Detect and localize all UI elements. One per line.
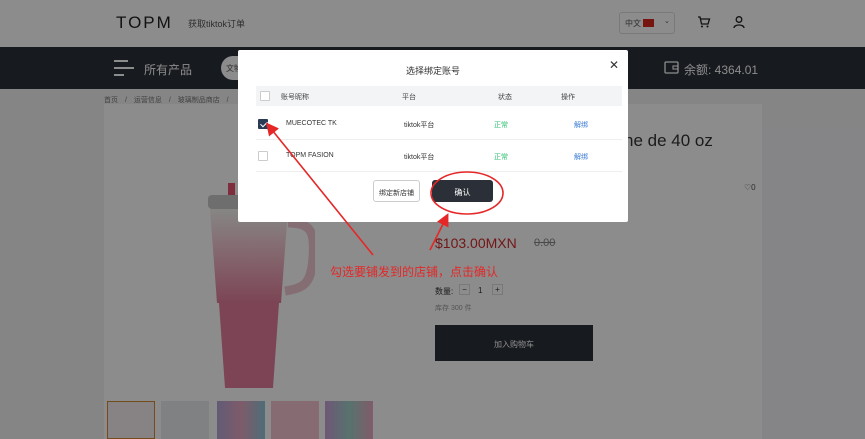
table-row[interactable]: TOPM FASION tiktok平台 正常 解绑 bbox=[256, 140, 622, 172]
column-header: 平台 bbox=[402, 94, 416, 101]
table-row[interactable]: MUECOTEC TK tiktok平台 正常 解绑 bbox=[256, 108, 622, 140]
bind-new-store-label: 绑定新店铺 bbox=[379, 190, 414, 197]
bind-account-modal: 选择绑定账号 ✕ 账号昵称 平台 状态 操作 MUECOTEC TK tikto… bbox=[238, 50, 628, 222]
row-checkbox[interactable] bbox=[258, 119, 268, 129]
annotation-note: 勾选要铺发到的店铺，点击确认 bbox=[330, 265, 499, 279]
unbind-link[interactable]: 解绑 bbox=[574, 120, 588, 130]
confirm-button[interactable]: 确认 bbox=[432, 180, 493, 202]
column-header: 状态 bbox=[498, 94, 512, 101]
column-header: 操作 bbox=[561, 94, 575, 101]
close-icon[interactable]: ✕ bbox=[609, 58, 619, 72]
account-name: TOPM FASION bbox=[286, 152, 334, 159]
account-status: 正常 bbox=[494, 154, 508, 161]
confirm-label: 确认 bbox=[454, 188, 471, 197]
column-header: 账号昵称 bbox=[281, 94, 309, 101]
account-status: 正常 bbox=[494, 122, 508, 129]
row-checkbox[interactable] bbox=[258, 151, 268, 161]
account-platform: tiktok平台 bbox=[404, 154, 435, 161]
account-name: MUECOTEC TK bbox=[286, 120, 337, 127]
bind-new-store-button[interactable]: 绑定新店铺 bbox=[373, 180, 420, 202]
modal-title: 选择绑定账号 bbox=[405, 66, 460, 76]
select-all-checkbox[interactable] bbox=[260, 91, 270, 101]
unbind-link[interactable]: 解绑 bbox=[574, 152, 588, 162]
account-platform: tiktok平台 bbox=[404, 122, 435, 129]
table-header: 账号昵称 平台 状态 操作 bbox=[256, 86, 622, 106]
